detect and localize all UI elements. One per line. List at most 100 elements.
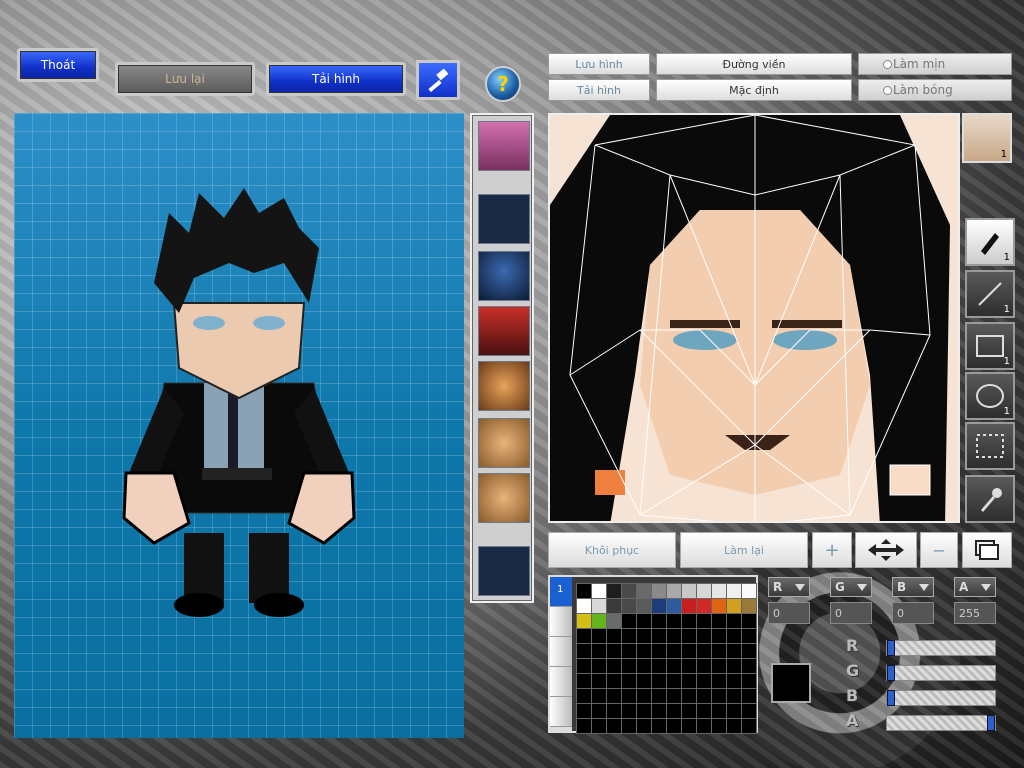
palette-swatch[interactable] (697, 614, 711, 628)
select-tool-button[interactable] (965, 422, 1015, 470)
palette-swatch[interactable] (712, 584, 726, 598)
palette-swatch[interactable] (712, 614, 726, 628)
palette-swatch[interactable] (652, 614, 666, 628)
palette-swatch[interactable] (667, 659, 681, 673)
alpha-slider-knob[interactable] (987, 715, 995, 731)
palette-swatch[interactable] (577, 704, 591, 718)
hammer-tool-button[interactable] (416, 60, 460, 100)
alpha-value-field[interactable]: 255 (954, 602, 996, 624)
palette-swatch[interactable] (667, 599, 681, 613)
palette-swatch[interactable] (682, 674, 696, 688)
palette-swatch[interactable] (742, 644, 756, 658)
shade-radio[interactable]: Làm bóng (858, 79, 1012, 101)
palette-swatch[interactable] (607, 719, 621, 733)
help-button[interactable]: ? (485, 66, 521, 102)
slot-empty-1[interactable] (478, 194, 530, 244)
palette-swatch[interactable] (712, 704, 726, 718)
palette-swatch[interactable] (697, 674, 711, 688)
palette-swatch[interactable] (697, 704, 711, 718)
palette-tab-4[interactable] (550, 667, 572, 697)
palette-swatch[interactable] (667, 689, 681, 703)
blue-slider[interactable] (886, 690, 996, 706)
green-slider-knob[interactable] (887, 665, 895, 681)
palette-swatch[interactable] (682, 584, 696, 598)
rect-tool-button[interactable]: 1 (965, 322, 1015, 370)
palette-swatch[interactable] (637, 614, 651, 628)
palette-swatch[interactable] (592, 584, 606, 598)
palette-swatch[interactable] (682, 614, 696, 628)
palette-swatch[interactable] (712, 674, 726, 688)
palette-swatch[interactable] (622, 599, 636, 613)
slot-face-1[interactable] (478, 361, 530, 411)
palette-swatch[interactable] (667, 704, 681, 718)
redo-button[interactable]: Làm lại (680, 532, 808, 568)
palette-swatch[interactable] (682, 704, 696, 718)
palette-swatch[interactable] (652, 674, 666, 688)
palette-swatch[interactable] (742, 704, 756, 718)
palette-swatch[interactable] (592, 599, 606, 613)
palette-swatch[interactable] (727, 629, 741, 643)
palette-tab-5[interactable] (550, 697, 572, 727)
palette-swatch[interactable] (637, 719, 651, 733)
exit-button[interactable]: Thoát (17, 48, 99, 82)
palette-swatch[interactable] (577, 689, 591, 703)
palette-swatch[interactable] (622, 689, 636, 703)
palette-swatch[interactable] (712, 629, 726, 643)
red-channel-dropdown[interactable]: R (768, 577, 810, 597)
palette-swatch[interactable] (607, 584, 621, 598)
blue-channel-dropdown[interactable]: B (892, 577, 934, 597)
palette-swatch[interactable] (622, 644, 636, 658)
palette-swatch[interactable] (652, 644, 666, 658)
palette-swatch[interactable] (637, 689, 651, 703)
palette-swatch[interactable] (607, 644, 621, 658)
palette-swatch[interactable] (622, 584, 636, 598)
save-image-tab[interactable]: Lưu hình (548, 53, 650, 75)
palette-swatch[interactable] (667, 629, 681, 643)
palette-swatch[interactable] (727, 719, 741, 733)
palette-swatch[interactable] (577, 644, 591, 658)
palette-swatch[interactable] (697, 644, 711, 658)
palette-swatch[interactable] (592, 689, 606, 703)
palette-swatch[interactable] (592, 704, 606, 718)
palette-swatch[interactable] (637, 599, 651, 613)
palette-swatch[interactable] (652, 719, 666, 733)
palette-swatch[interactable] (592, 644, 606, 658)
palette-swatch[interactable] (577, 629, 591, 643)
palette-swatch[interactable] (712, 599, 726, 613)
palette-swatch[interactable] (682, 599, 696, 613)
slot-face-2[interactable] (478, 418, 530, 468)
palette-swatch[interactable] (742, 614, 756, 628)
palette-swatch[interactable] (667, 674, 681, 688)
slot-empty-2[interactable] (478, 546, 530, 596)
smooth-radio[interactable]: Làm mịn (858, 53, 1012, 75)
load-image-tab[interactable]: Tải hình (548, 79, 650, 101)
palette-swatch[interactable] (697, 584, 711, 598)
palette-swatch[interactable] (742, 689, 756, 703)
palette-swatch[interactable] (637, 644, 651, 658)
palette-swatch[interactable] (637, 659, 651, 673)
blue-slider-knob[interactable] (887, 690, 895, 706)
palette-swatch[interactable] (652, 584, 666, 598)
palette-swatch[interactable] (667, 584, 681, 598)
palette-swatch[interactable] (622, 659, 636, 673)
palette-swatch[interactable] (697, 719, 711, 733)
palette-swatch[interactable] (637, 629, 651, 643)
palette-swatch[interactable] (667, 719, 681, 733)
palette-swatch[interactable] (592, 614, 606, 628)
palette-swatch[interactable] (697, 599, 711, 613)
palette-swatch[interactable] (652, 689, 666, 703)
blue-value-field[interactable]: 0 (892, 602, 934, 624)
palette-swatch[interactable] (667, 614, 681, 628)
palette-swatch[interactable] (727, 644, 741, 658)
minus-button[interactable]: − (920, 532, 958, 568)
palette-swatch[interactable] (697, 659, 711, 673)
palette-swatch[interactable] (652, 629, 666, 643)
palette-swatch[interactable] (622, 614, 636, 628)
ellipse-tool-button[interactable]: 1 (965, 372, 1015, 420)
palette-swatch[interactable] (622, 719, 636, 733)
palette-swatch[interactable] (577, 614, 591, 628)
palette-swatch[interactable] (742, 599, 756, 613)
red-slider[interactable] (886, 640, 996, 656)
palette-tab-3[interactable] (550, 637, 572, 667)
slot-face-3[interactable] (478, 473, 530, 523)
